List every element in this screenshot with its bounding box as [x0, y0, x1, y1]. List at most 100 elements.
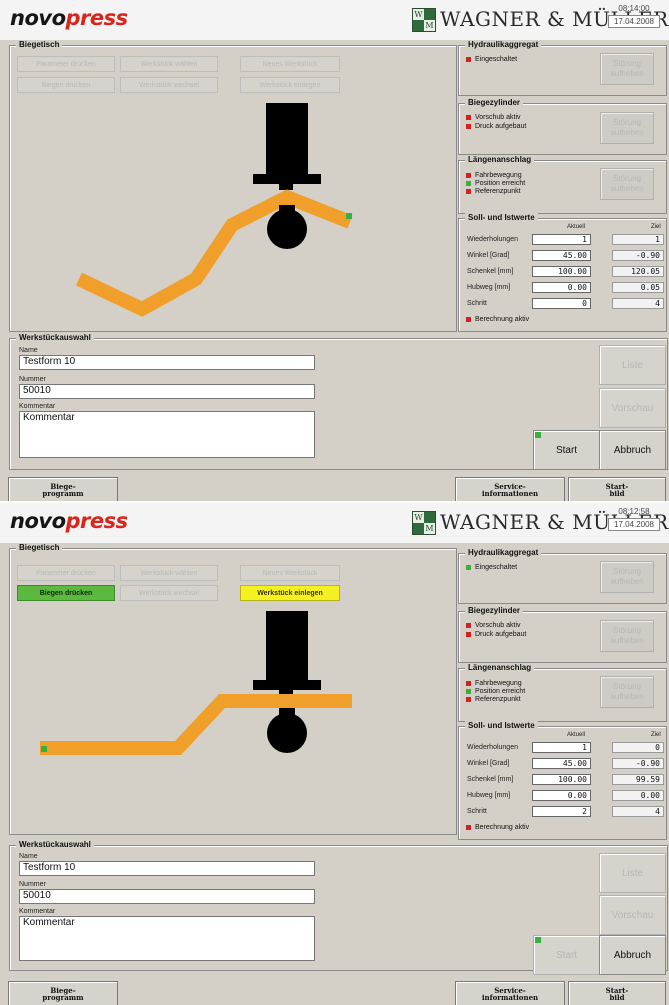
aktuell-field[interactable]: 1: [532, 742, 591, 753]
column-ziel: Ziel: [651, 224, 661, 230]
startbild-button[interactable]: Start-bild: [568, 477, 666, 502]
led-druck: Druck aufgebaut: [466, 631, 526, 638]
aktuell-field[interactable]: 2: [532, 806, 591, 817]
value-label: Schenkel [mm]: [467, 268, 514, 275]
liste-button[interactable]: Liste: [599, 345, 666, 385]
bot-label-line: informationen: [481, 993, 539, 1002]
led-label: Referenzpunkt: [475, 696, 521, 703]
abbruch-button[interactable]: Abbruch: [599, 935, 666, 975]
value-label: Hubweg [mm]: [467, 792, 511, 799]
liste-button[interactable]: Liste: [599, 853, 666, 893]
nummer-field[interactable]: 50010: [19, 889, 315, 904]
werkstueck-title: Werkstückauswahl: [16, 333, 94, 342]
name-field[interactable]: Testform 10: [19, 861, 315, 876]
werkstueck-title: Werkstückauswahl: [16, 840, 94, 849]
biegeprogramm-button[interactable]: Biege-programm: [8, 981, 118, 1005]
name-field[interactable]: Testform 10: [19, 355, 315, 370]
kommentar-label: Kommentar: [19, 908, 56, 915]
aktuell-field[interactable]: 100.00: [532, 774, 591, 785]
hydraulik-stoerung-button[interactable]: Störung aufheben: [600, 561, 654, 593]
bot-label: Biege-programm: [42, 986, 84, 1002]
led-vorschub: Vorschub aktiv: [466, 622, 521, 629]
ziel-field: 120.05: [612, 266, 664, 277]
status-led-icon: [466, 181, 471, 186]
led-druck: Druck aufgebaut: [466, 123, 526, 130]
value-label: Schritt: [467, 300, 487, 307]
aktuell-field[interactable]: 100.00: [532, 266, 591, 277]
status-led-icon: [466, 124, 471, 129]
led-fahrbewegung: Fahrbewegung: [466, 172, 522, 179]
start-button[interactable]: Start: [533, 935, 600, 975]
workpiece-end-marker: [346, 213, 352, 219]
bending-die-roller: [267, 713, 307, 753]
nummer-field[interactable]: 50010: [19, 384, 315, 399]
ziel-field: 0: [612, 742, 664, 753]
biegezylinder-stoerung-button[interactable]: Störung aufheben: [600, 620, 654, 652]
led-label: Berechnung aktiv: [475, 824, 530, 831]
press-tool-plate: [253, 174, 321, 184]
aktuell-field[interactable]: 45.00: [532, 758, 591, 769]
biegeprogramm-button[interactable]: Biege-programm: [8, 477, 118, 502]
status-led-icon: [466, 173, 471, 178]
led-label: Fahrbewegung: [475, 172, 522, 179]
press-ram: [266, 611, 308, 681]
led-position: Position erreicht: [466, 180, 525, 187]
laengenanschlag-stoerung-button[interactable]: Störung aufheben: [600, 676, 654, 708]
hydraulik-stoerung-button[interactable]: Störung aufheben: [600, 53, 654, 85]
led-eingeschaltet: Eingeschaltet: [466, 56, 517, 63]
bot-label-line: programm: [42, 489, 84, 498]
ziel-field: 4: [612, 298, 664, 309]
vorschau-button[interactable]: Vorschau: [599, 388, 666, 428]
status-led-icon: [466, 623, 471, 628]
column-aktuell: Aktuell: [567, 732, 586, 738]
kommentar-field[interactable]: Kommentar: [19, 411, 315, 458]
start-ready-indicator: [535, 937, 541, 943]
laengenanschlag-stoerung-button[interactable]: Störung aufheben: [600, 168, 654, 200]
ziel-field: -0.90: [612, 758, 664, 769]
led-eingeschaltet: Eingeschaltet: [466, 564, 517, 571]
serviceinformationen-button[interactable]: Service-informationen: [455, 981, 565, 1005]
status-led-icon: [466, 115, 471, 120]
led-referenzpunkt: Referenzpunkt: [466, 188, 521, 195]
workpiece-end-marker: [41, 746, 47, 752]
vorschau-button[interactable]: Vorschau: [599, 895, 666, 935]
status-led-icon: [466, 57, 471, 62]
kommentar-label: Kommentar: [19, 403, 56, 410]
aktuell-field[interactable]: 0.00: [532, 282, 591, 293]
value-label: Winkel [Grad]: [467, 760, 510, 767]
status-led-icon: [466, 681, 471, 686]
laengenanschlag-title: Längenanschlag: [465, 155, 535, 164]
aktuell-field[interactable]: 45.00: [532, 250, 591, 261]
led-referenzpunkt: Referenzpunkt: [466, 696, 521, 703]
press-ram: [266, 103, 308, 175]
serviceinformationen-button[interactable]: Service-informationen: [455, 477, 565, 502]
biegezylinder-stoerung-button[interactable]: Störung aufheben: [600, 112, 654, 144]
value-label: Wiederholungen: [467, 236, 518, 243]
bot-label-line: bild: [609, 993, 625, 1002]
led-label: Position erreicht: [475, 688, 526, 695]
status-led-icon: [466, 632, 471, 637]
startbild-button[interactable]: Start-bild: [568, 981, 666, 1005]
abbruch-button[interactable]: Abbruch: [599, 430, 666, 470]
aktuell-field[interactable]: 1: [532, 234, 591, 245]
bot-label: Biege-programm: [42, 482, 84, 498]
bot-label-line: programm: [42, 993, 84, 1002]
status-led-icon: [466, 317, 471, 322]
laengenanschlag-title: Längenanschlag: [465, 663, 535, 672]
nummer-label: Nummer: [19, 376, 46, 383]
sollist-title: Soll- und Istwerte: [465, 213, 538, 222]
led-label: Eingeschaltet: [475, 56, 518, 63]
screen-1: novopress W M WAGNER & MÜLLER 08:14:00 1…: [0, 0, 669, 502]
led-berechnung: Berechnung aktiv: [466, 316, 529, 323]
screen-2: novopress W M WAGNER & MÜLLER 08:12:58 1…: [0, 503, 669, 1005]
aktuell-field[interactable]: 0: [532, 298, 591, 309]
bot-label: Start-bild: [606, 482, 629, 498]
value-label: Schenkel [mm]: [467, 776, 514, 783]
aktuell-field[interactable]: 0.00: [532, 790, 591, 801]
start-button[interactable]: Start: [533, 430, 600, 470]
bot-label-line: bild: [609, 489, 625, 498]
biegezylinder-title: Biegezylinder: [465, 98, 524, 107]
status-led-icon: [466, 697, 471, 702]
led-label: Berechnung aktiv: [475, 316, 530, 323]
kommentar-field[interactable]: Kommentar: [19, 916, 315, 961]
